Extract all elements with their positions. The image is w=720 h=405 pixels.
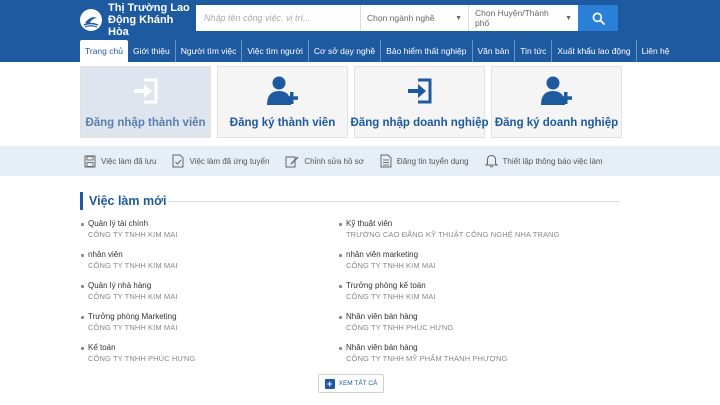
job-company: TRƯỜNG CAO ĐẲNG KỸ THUẬT CÔNG NGHỆ NHA T… <box>346 230 560 239</box>
search-button[interactable] <box>578 5 618 31</box>
job-company: CÔNG TY TNHH KIM MAI <box>346 292 436 301</box>
list-item: Quản lý tài chính CÔNG TY TNHH KIM MAI <box>80 218 340 249</box>
brand-line-1: Thị Trường Lao <box>108 2 190 14</box>
logo-mark-icon <box>80 9 102 31</box>
list-item: Quản lý nhà hàng CÔNG TY TNHH KIM MAI <box>80 280 340 311</box>
nav-item-documents[interactable]: Văn bản <box>473 40 516 62</box>
nav-item-contact[interactable]: Liên hệ <box>637 40 675 62</box>
nav-item-labor-export[interactable]: Xuất khẩu lao động <box>552 40 637 62</box>
view-all-button[interactable]: + XEM TẤT CẢ <box>318 374 384 393</box>
district-select-value: Chọn Huyện/Thành phố <box>475 8 549 28</box>
job-title-link[interactable]: Nhân viên bán hàng <box>346 342 598 353</box>
quick-link-applied-jobs-label: Việc làm đã ứng tuyển <box>189 156 270 166</box>
quick-link-job-alerts[interactable]: Thiết lập thông báo việc làm <box>484 154 603 168</box>
nav-item-about[interactable]: Giới thiệu <box>128 40 176 62</box>
tile-member-register-label: Đăng ký thành viên <box>229 117 336 129</box>
site-logo[interactable]: Thị Trường Lao Động Khánh Hòa <box>80 2 190 38</box>
nav-item-insurance[interactable]: Bảo hiểm thất nghiệp <box>381 40 473 62</box>
job-company: CÔNG TY TNHH MỸ PHẨM THANH PHƯỢNG <box>346 354 508 363</box>
view-all-label: XEM TẤT CẢ <box>338 380 378 387</box>
jobs-column-left: Quản lý tài chính CÔNG TY TNHH KIM MAI n… <box>80 218 340 373</box>
district-select[interactable]: Chọn Huyện/Thành phố ▼ <box>468 5 578 31</box>
bell-icon <box>484 154 498 168</box>
quick-link-saved-jobs[interactable]: Việc làm đã lưu <box>84 155 156 168</box>
list-item: Kỹ thuật viên TRƯỜNG CAO ĐẲNG KỸ THUẬT C… <box>338 218 598 249</box>
job-title-link[interactable]: Kỹ thuật viên <box>346 218 598 229</box>
document-check-icon <box>172 154 184 168</box>
add-user-icon <box>540 75 574 107</box>
list-item: Nhân viên bán hàng CÔNG TY TNHH MỸ PHẨM … <box>338 342 598 373</box>
section-title: Việc làm mới <box>80 192 166 210</box>
add-user-icon <box>266 75 300 107</box>
brand-name: Thị Trường Lao Động Khánh Hòa <box>108 2 190 38</box>
job-company: CÔNG TY TNHH PHÚC HƯNG <box>346 323 454 332</box>
nav-item-jobs[interactable]: Việc tìm người <box>242 40 309 62</box>
quick-link-post-job[interactable]: Đăng tin tuyển dụng <box>380 154 469 168</box>
list-item: nhân viên marketing CÔNG TY TNHH KIM MAI <box>338 249 598 280</box>
job-title-link[interactable]: Kế toán <box>88 342 340 353</box>
jobs-column-right: Kỹ thuật viên TRƯỜNG CAO ĐẲNG KỸ THUẬT C… <box>338 218 598 373</box>
nav-item-vocational[interactable]: Cơ sở dạy nghề <box>309 40 382 62</box>
login-icon <box>405 75 435 107</box>
job-company: CÔNG TY TNHH KIM MAI <box>88 261 178 270</box>
job-company: CÔNG TY TNHH PHÚC HƯNG <box>88 354 196 363</box>
chevron-down-icon: ▼ <box>565 14 572 22</box>
save-disk-icon <box>84 155 96 167</box>
section-divider <box>168 201 620 202</box>
industry-select-value: Chọn ngành nghề <box>367 13 435 23</box>
industry-select[interactable]: Chọn ngành nghề ▼ <box>360 5 468 31</box>
quick-link-applied-jobs[interactable]: Việc làm đã ứng tuyển <box>172 154 269 168</box>
nav-item-job-seekers[interactable]: Người tìm việc <box>176 40 243 62</box>
list-item: nhân viên CÔNG TY TNHH KIM MAI <box>80 249 340 280</box>
quick-link-job-alerts-label: Thiết lập thông báo việc làm <box>502 156 603 166</box>
search-icon <box>592 12 605 25</box>
quick-link-edit-profile-label: Chỉnh sửa hồ sơ <box>304 156 364 166</box>
quick-link-post-job-label: Đăng tin tuyển dụng <box>396 156 469 166</box>
search-input[interactable] <box>196 5 360 31</box>
action-tiles: Đăng nhập thành viên Đăng ký thành viên … <box>80 66 622 138</box>
job-company: CÔNG TY TNHH KIM MAI <box>88 323 178 332</box>
list-item: Trưởng phòng Marketing CÔNG TY TNHH KIM … <box>80 311 340 342</box>
header-bar: Thị Trường Lao Động Khánh Hòa Chọn ngành… <box>0 0 720 62</box>
job-title-link[interactable]: nhân viên marketing <box>346 249 598 260</box>
list-item: Trưởng phòng kế toán CÔNG TY TNHH KIM MA… <box>338 280 598 311</box>
job-company: CÔNG TY TNHH KIM MAI <box>88 292 178 301</box>
chevron-down-icon: ▼ <box>455 14 462 22</box>
nav-item-news[interactable]: Tin tức <box>515 40 553 62</box>
list-item: Kế toán CÔNG TY TNHH PHÚC HƯNG <box>80 342 340 373</box>
job-company: CÔNG TY TNHH KIM MAI <box>88 230 178 239</box>
tile-member-login-label: Đăng nhập thành viên <box>85 117 206 129</box>
list-item: Nhân viên bán hàng CÔNG TY TNHH PHÚC HƯN… <box>338 311 598 342</box>
job-title-link[interactable]: Quản lý nhà hàng <box>88 280 340 291</box>
quick-link-saved-jobs-label: Việc làm đã lưu <box>101 156 157 166</box>
job-title-link[interactable]: Trưởng phòng Marketing <box>88 311 340 322</box>
tile-member-login[interactable]: Đăng nhập thành viên <box>80 66 211 138</box>
job-title-link[interactable]: nhân viên <box>88 249 340 260</box>
edit-icon <box>285 156 299 167</box>
job-title-link[interactable]: Nhân viên bán hàng <box>346 311 598 322</box>
tile-member-register[interactable]: Đăng ký thành viên <box>217 66 348 138</box>
document-icon <box>380 154 392 168</box>
tile-business-register-label: Đăng ký doanh nghiệp <box>494 117 619 129</box>
nav-item-home[interactable]: Trang chủ <box>80 40 128 62</box>
job-company: CÔNG TY TNHH KIM MAI <box>346 261 436 270</box>
tile-business-login-label: Đăng nhập doanh nghiệp <box>350 117 489 129</box>
tile-business-register[interactable]: Đăng ký doanh nghiệp <box>491 66 622 138</box>
quick-link-edit-profile[interactable]: Chỉnh sửa hồ sơ <box>285 155 364 168</box>
job-title-link[interactable]: Quản lý tài chính <box>88 218 340 229</box>
job-title-link[interactable]: Trưởng phòng kế toán <box>346 280 598 291</box>
brand-line-2: Động Khánh Hòa <box>108 14 174 38</box>
main-nav: Trang chủ Giới thiệu Người tìm việc Việc… <box>80 40 675 62</box>
tile-business-login[interactable]: Đăng nhập doanh nghiệp <box>351 66 489 138</box>
login-icon <box>131 75 161 107</box>
plus-icon: + <box>324 378 335 389</box>
quick-links-bar: Việc làm đã lưu Việc làm đã ứng tuyển Ch… <box>0 146 720 176</box>
